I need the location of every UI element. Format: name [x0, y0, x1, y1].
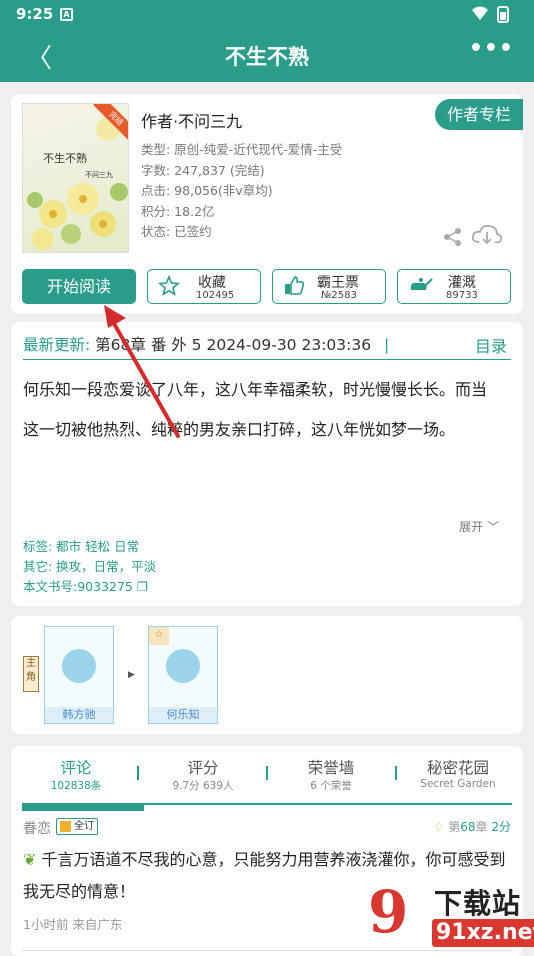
sprout-icon: ❦	[23, 850, 37, 869]
book-info-card: 不生不熟 不问三九 完结 作者·不问三九 类型: 原创-纯爱-近代现代-爱情-主…	[11, 94, 523, 314]
wifi-battery-icon	[472, 6, 509, 23]
badge-text: 全订	[74, 821, 94, 832]
full-subscribe-badge: 全订	[56, 818, 98, 835]
watermark-line2: 91xz.net	[432, 919, 534, 947]
other-tags-line: 其它: 换攻，日常，平淡	[23, 559, 157, 574]
author-column-button[interactable]: 作者专栏	[435, 99, 523, 130]
play-arrow-icon: ▶	[128, 670, 135, 680]
character-name: 韩方驰	[45, 707, 113, 723]
water-count: 89733	[446, 290, 478, 301]
latest-update[interactable]: 最新更新: 第68章 番 外 5 2024-09-30 23:03:36 |	[23, 333, 389, 355]
tab-honor-wall[interactable]: 荣誉墙 6 个荣誉	[276, 756, 386, 793]
expand-button[interactable]: 展开 ﹀	[459, 518, 499, 535]
copy-icon[interactable]: ❐	[137, 579, 148, 594]
water-button[interactable]: 灌溉 89733	[397, 269, 511, 304]
star-icon	[158, 274, 180, 302]
author-name[interactable]: 作者·不问三九	[141, 108, 342, 132]
tab-sub: 102838条	[50, 780, 102, 792]
character-card[interactable]: ☆ 何乐知	[148, 626, 218, 724]
vote-count: №2583	[321, 290, 357, 301]
tab-divider	[266, 766, 268, 780]
app-notification-icon: A	[60, 8, 73, 21]
collect-label: 收藏	[198, 275, 226, 291]
book-type: 类型: 原创-纯爱-近代现代-爱情-主受	[141, 142, 343, 157]
start-reading-button[interactable]: 开始阅读	[22, 269, 136, 304]
protagonist-label: 主角	[23, 656, 39, 692]
tab-divider	[395, 766, 397, 780]
tags-line: 标签: 都市 轻松 日常	[23, 539, 140, 554]
expand-label: 展开	[459, 520, 484, 534]
chapter-number: 68	[460, 820, 476, 834]
avatar	[62, 649, 96, 683]
watermark-line1: 下载站	[434, 887, 522, 920]
vote-button[interactable]: 霸王票 №2583	[272, 269, 386, 304]
catalog-link[interactable]: 目录	[475, 333, 507, 357]
more-menu-button[interactable]: •••	[469, 36, 514, 61]
avatar	[166, 649, 200, 683]
cover-author: 不问三九	[85, 171, 113, 179]
status-time: 9:25	[16, 5, 54, 23]
latest-update-text: 第68章 番 外 5 2024-09-30 23:03:36	[95, 336, 372, 354]
flower-art-icon	[27, 117, 128, 250]
book-state: 状态: 已签约	[141, 224, 212, 240]
watering-can-icon	[408, 275, 434, 302]
comment-chapter: ♢ 第68章 2分	[434, 818, 511, 835]
status-bar: 9:25 A	[0, 0, 534, 30]
character-card[interactable]: 韩方驰	[44, 626, 114, 724]
chapter-suffix: 章	[475, 820, 488, 834]
watermark-big: 9	[368, 878, 409, 946]
bookmark-icon	[60, 821, 71, 832]
collect-count: 102495	[196, 290, 235, 301]
thumbs-up-icon	[283, 275, 305, 302]
tags-block: 标签: 都市 轻松 日常 其它: 换攻，日常，平淡 本文书号:9033275 ❐	[23, 537, 156, 597]
tab-rating[interactable]: 评分 9.7分 639人	[148, 756, 258, 793]
watermark-logo: 9 下载站 91xz.net	[368, 880, 534, 950]
book-description: 何乐知一段恋爱谈了八年，这八年幸福柔软，时光慢慢长长。而当这一切被他热烈、纯粹的…	[23, 380, 488, 439]
tab-label: 秘密花园	[426, 759, 489, 777]
vote-label: 霸王票	[317, 275, 359, 291]
collect-button[interactable]: 收藏 102495	[147, 269, 261, 304]
tab-comments[interactable]: 评论 102838条	[21, 756, 131, 793]
tab-label: 荣誉墙	[307, 759, 355, 777]
update-divider	[23, 359, 511, 360]
tab-sub: Secret Garden	[420, 778, 496, 790]
book-clicks: 点击: 98,056(非v章均)	[141, 183, 273, 199]
comment-time: 1小时前 来自广东	[23, 917, 123, 932]
tab-label: 评分	[187, 759, 219, 777]
tab-divider	[137, 766, 139, 780]
tab-active-indicator	[22, 803, 144, 811]
book-meta: 作者·不问三九 类型: 原创-纯爱-近代现代-爱情-主受 字数: 247,837…	[141, 108, 342, 243]
comment-score: 2分	[491, 820, 511, 834]
comment-username[interactable]: 眷恋	[23, 818, 51, 838]
comment-divider	[22, 950, 512, 951]
tab-label: 评论	[60, 759, 92, 777]
book-id-line: 本文书号:9033275	[23, 579, 133, 594]
water-label: 灌溉	[448, 275, 476, 291]
status-icons	[470, 5, 520, 27]
chapter-prefix: 第	[448, 820, 461, 834]
book-cover[interactable]: 不生不熟 不问三九 完结	[22, 103, 129, 253]
page-title: 不生不熟	[225, 45, 309, 69]
top-nav: 〈 不生不熟 •••	[0, 30, 534, 82]
update-separator: |	[384, 336, 390, 354]
characters-card: 主角 韩方驰 ▶ ☆ 何乐知	[11, 616, 523, 734]
download-icon[interactable]	[471, 223, 503, 252]
share-icon[interactable]	[443, 227, 463, 251]
tab-sub: 9.7分 639人	[172, 780, 234, 792]
intro-card: 最新更新: 第68章 番 外 5 2024-09-30 23:03:36 | 目…	[11, 322, 523, 606]
book-score: 积分: 18.2亿	[141, 203, 215, 219]
book-words: 字数: 247,837 (完结)	[141, 162, 265, 178]
tab-sub: 6 个荣誉	[310, 780, 352, 792]
diamond-icon: ♢	[433, 820, 445, 834]
cover-title: 不生不熟	[43, 152, 87, 165]
character-name: 何乐知	[149, 707, 217, 723]
star-corner-icon: ☆	[149, 627, 169, 645]
chevron-down-icon: ﹀	[486, 520, 499, 534]
tab-secret-garden[interactable]: 秘密花园 Secret Garden	[403, 756, 513, 790]
latest-update-label: 最新更新:	[23, 336, 91, 354]
